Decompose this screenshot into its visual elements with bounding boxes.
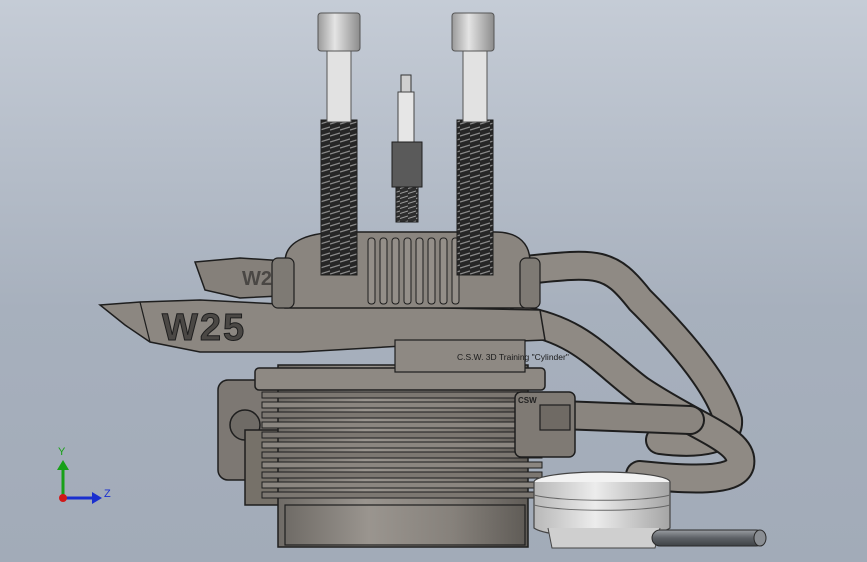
- head-bolt-left: [317, 12, 361, 276]
- head-fin: [439, 237, 448, 305]
- cooling-fin: [261, 451, 543, 459]
- cooling-fin: [261, 481, 543, 489]
- cylinder-skirt: [284, 504, 526, 546]
- coordinate-triad: Y Z: [57, 446, 111, 504]
- head-fin: [367, 237, 376, 305]
- cooling-fin: [261, 391, 543, 399]
- head-fin: [391, 237, 400, 305]
- piston-pin: [651, 529, 767, 547]
- cooling-fin: [261, 491, 543, 499]
- muffler-logo: W25: [162, 307, 246, 349]
- head-fin: [403, 237, 412, 305]
- cylinder-label: C.S.W. 3D Training "Cylinder": [457, 352, 569, 362]
- z-axis-label: Z: [104, 488, 111, 500]
- cooling-fin: [261, 441, 543, 449]
- port-label: CSW: [518, 396, 537, 405]
- spark-plug: [391, 74, 423, 223]
- triad-origin: [59, 494, 67, 502]
- head-fin: [427, 237, 436, 305]
- head-fin: [415, 237, 424, 305]
- head-fin: [379, 237, 388, 305]
- cooling-fin: [261, 471, 543, 479]
- side-ports: CSW: [514, 391, 576, 458]
- piston: [533, 471, 671, 549]
- head-bolt-right: [451, 12, 495, 276]
- cooling-fins: [261, 391, 543, 499]
- cooling-fin: [261, 421, 543, 429]
- cooling-fin: [261, 401, 543, 409]
- graphics-viewport[interactable]: W25 CSW W25 C.S.W. 3D Training "Cylinder…: [0, 0, 867, 562]
- cad-model-view[interactable]: W25 CSW W25 C.S.W. 3D Training "Cylinder…: [0, 0, 867, 562]
- cooling-fin: [261, 411, 543, 419]
- cooling-fin: [261, 431, 543, 439]
- cooling-fin: [261, 461, 543, 469]
- y-axis-label: Y: [58, 446, 66, 458]
